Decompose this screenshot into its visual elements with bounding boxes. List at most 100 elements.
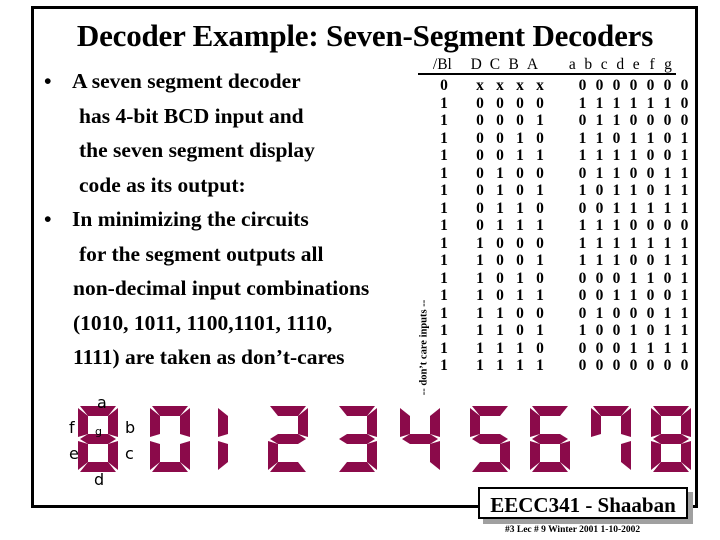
cell-output: 0 [663,77,672,94]
cell-input: 1 [516,217,524,234]
cell-output: 0 [612,77,621,94]
table-row: 110001111111 [418,235,693,253]
bullet-text: (1010, 1011, 1100,1101, 1110, [73,310,333,335]
cell-output: 0 [646,182,655,199]
cell-input: 1 [536,357,544,374]
cell-output: 1 [612,112,621,129]
cell-output: 0 [663,357,672,374]
cell-output: 1 [595,129,604,147]
cell-output: 0 [663,217,672,234]
cell-output: 0 [646,322,655,339]
cell-input: 1 [476,339,484,357]
cell-output: 0 [629,357,638,374]
cell-output: 1 [629,129,638,147]
cell-output: 1 [680,234,689,252]
cell-output: 1 [663,199,672,217]
cell-output: 1 [663,304,672,322]
cell-input: x [536,77,544,94]
cell-output: 1 [629,199,638,217]
cell-output: 1 [595,234,604,252]
cell-input: 1 [536,147,544,164]
segment-label-f: f [69,418,75,437]
cell-input: 1 [516,287,524,304]
cell-input: 0 [476,112,484,129]
cell-output: 1 [612,234,621,252]
table-row: 111100001111 [418,340,693,358]
cell-input: 0 [516,322,524,339]
course-footer: EECC341 - Shaaban [478,487,688,519]
header-input: C [489,56,501,73]
cell-input: 1 [516,339,524,357]
cell-input: 0 [476,147,484,164]
cell-bl: 1 [440,112,448,129]
cell-output: 0 [646,357,655,374]
cell-input: 0 [536,339,544,357]
cell-input: 0 [476,129,484,147]
cell-output: 1 [646,269,655,287]
cell-output: 1 [680,269,689,287]
cell-output: 1 [578,129,587,147]
cell-output: 1 [612,217,621,234]
cell-input: 0 [496,269,504,287]
cell-output: 0 [578,112,587,129]
cell-output: 0 [646,252,655,269]
cell-output: 1 [663,339,672,357]
cell-input: 0 [536,164,544,182]
cell-output: 1 [595,164,604,182]
header-output: f [649,56,655,73]
cell-output: 0 [578,164,587,182]
cell-output: 1 [629,339,638,357]
cell-output: 0 [629,77,638,94]
cell-output: 0 [629,252,638,269]
header-output: b [584,56,593,73]
cell-output: 1 [680,182,689,199]
cell-output: 0 [612,129,621,147]
cell-output: 1 [629,94,638,112]
cell-input: 0 [476,217,484,234]
cell-input: 1 [496,304,504,322]
cell-output: 0 [612,269,621,287]
cell-output: 0 [680,357,689,374]
cell-output: 0 [612,339,621,357]
segment-label-d: d [94,470,105,489]
cell-output: 0 [612,322,621,339]
header-output: c [600,56,608,73]
cell-input: 0 [536,304,544,322]
cell-input: 0 [496,112,504,129]
cell-bl: 1 [440,199,448,217]
cell-input: 1 [476,357,484,374]
segment-label-e: e [69,444,79,463]
cell-output: 1 [612,164,621,182]
cell-input: 1 [516,269,524,287]
table-row: 111110000000 [418,357,693,375]
cell-output: 1 [629,147,638,164]
cell-output: 1 [612,252,621,269]
cell-input: 0 [496,287,504,304]
cell-output: 1 [595,304,604,322]
cell-output: 1 [680,287,689,304]
table-header: /Bl D C B A a b c d e f g [418,56,676,75]
cell-output: 1 [612,199,621,217]
cell-output: 0 [629,164,638,182]
cell-output: 1 [680,252,689,269]
cell-input: x [516,77,524,94]
cell-output: 1 [646,234,655,252]
cell-output: 0 [629,304,638,322]
cell-input: 0 [476,199,484,217]
cell-output: 0 [680,112,689,129]
cell-output: 0 [646,217,655,234]
cell-input: 1 [536,182,544,199]
cell-bl: 1 [440,147,448,164]
cell-input: 1 [496,217,504,234]
bullet-text: for the segment outputs all [79,241,324,266]
cell-output: 0 [646,304,655,322]
cell-output: 1 [612,182,621,199]
cell-bl: 1 [440,269,448,287]
bullet-text: code as its output: [79,172,246,197]
header-input: B [508,56,519,73]
cell-output: 0 [646,147,655,164]
cell-input: 1 [536,112,544,129]
cell-output: 0 [578,77,587,94]
table-row: 100001111110 [418,95,693,113]
cell-output: 0 [663,269,672,287]
